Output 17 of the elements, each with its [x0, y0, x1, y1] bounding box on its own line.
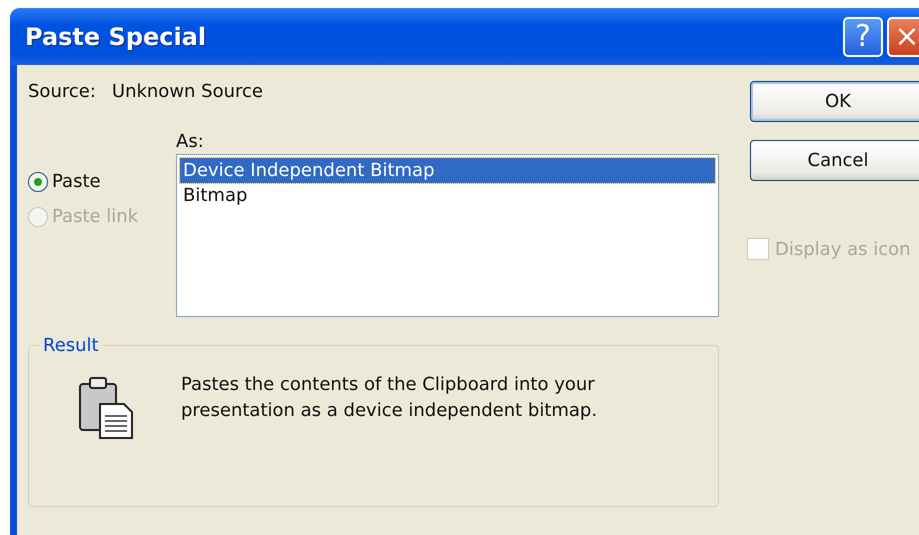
clipboard-icon [78, 376, 134, 440]
radio-button[interactable] [28, 172, 48, 192]
list-item[interactable]: Device Independent Bitmap [180, 158, 715, 183]
radio-label: Paste [52, 171, 101, 192]
window-title: Paste Special [25, 22, 206, 50]
list-item[interactable]: Bitmap [180, 183, 715, 208]
dialog-button[interactable]: Cancel [750, 140, 919, 181]
dialog-button[interactable]: OK [750, 81, 919, 122]
radio-label: Paste link [52, 206, 138, 227]
close-button[interactable]: × [887, 16, 919, 56]
as-label: As: [176, 131, 205, 152]
checkbox-label: Display as icon [775, 238, 911, 260]
result-legend: Result [39, 335, 103, 356]
help-button[interactable]: ? [843, 16, 883, 56]
result-description: Pastes the contents of the Clipboard into your presentation as a device independent bitmap. [181, 373, 598, 423]
source-label: Source: [28, 81, 96, 104]
source-value: Unknown Source [112, 81, 263, 104]
